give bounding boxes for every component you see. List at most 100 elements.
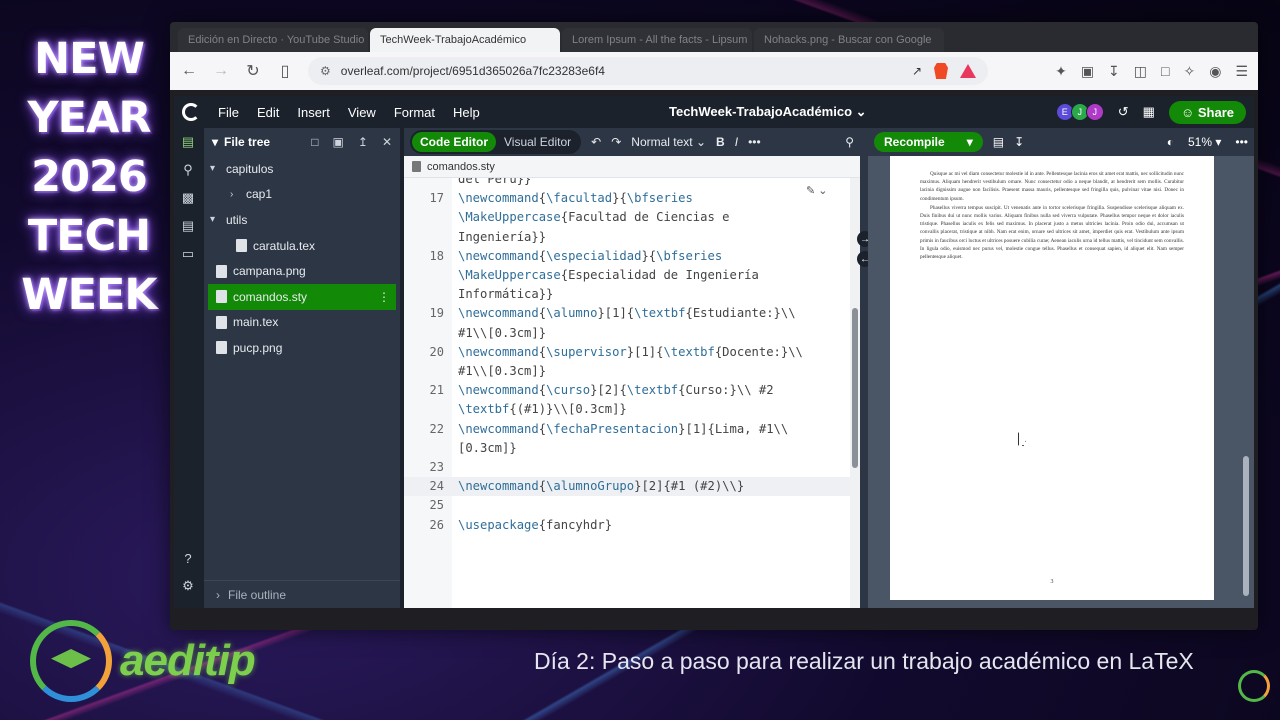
bold-button[interactable]: B <box>716 135 725 149</box>
integrations-icon[interactable]: ▩ <box>174 184 202 212</box>
gear-icon[interactable]: ⚙ <box>174 572 202 600</box>
menu-format[interactable]: Format <box>394 105 435 120</box>
pencil-icon[interactable]: ✎ ⌄ <box>806 184 828 197</box>
overleaf-logo-icon[interactable] <box>182 103 200 121</box>
code-line[interactable]: \MakeUppercase{Especialidad de Ingenierí… <box>404 266 850 285</box>
chat-icon[interactable]: ▭ <box>174 240 202 268</box>
redo-icon[interactable]: ↷ <box>611 135 621 149</box>
code-editor-button[interactable]: Code Editor <box>412 132 496 152</box>
new-file-icon[interactable]: □ <box>311 135 318 149</box>
close-icon[interactable]: ✕ <box>382 135 392 149</box>
more-icon[interactable]: ••• <box>1235 135 1248 149</box>
brave-shield-icon[interactable] <box>934 63 948 79</box>
file-tree-file[interactable]: campana.png <box>204 258 400 284</box>
code-line[interactable]: 17 \newcommand{\facultad}{\bfseries <box>404 189 850 208</box>
help-icon[interactable]: ? <box>174 544 202 572</box>
title-line: 2026 <box>31 152 148 202</box>
code-line[interactable]: del Perú}} <box>404 178 850 189</box>
file-outline-toggle[interactable]: › File outline <box>204 580 400 608</box>
bookmark-icon[interactable]: ▯ <box>276 61 294 81</box>
code-line[interactable]: Ingeniería}} <box>404 228 850 247</box>
code-line[interactable]: \MakeUppercase{Facultad de Ciencias e <box>404 208 850 227</box>
share-page-icon[interactable]: ↗ <box>912 64 922 78</box>
scrollbar-thumb[interactable] <box>852 308 858 468</box>
more-button[interactable]: ••• <box>748 135 761 149</box>
pdf-scrollbar[interactable] <box>1242 156 1250 604</box>
file-tree-folder[interactable]: ▾ utils <box>204 207 400 233</box>
reload-icon[interactable]: ↻ <box>244 61 262 81</box>
download-icon[interactable]: ↧ <box>1108 63 1120 80</box>
file-tree-file[interactable]: pucp.png <box>204 335 400 361</box>
leo-ai-icon[interactable]: ✧ <box>1183 63 1195 80</box>
code-line[interactable]: 23 <box>404 458 850 477</box>
code-line[interactable]: 24 \newcommand{\alumnoGrupo}[2]{#1 (#2)\\… <box>404 477 850 497</box>
review-icon[interactable]: ▤ <box>174 212 202 240</box>
code-line[interactable]: 25 <box>404 496 850 515</box>
rewards-icon[interactable]: 1 <box>960 64 976 78</box>
code-line[interactable]: 22 \newcommand{\fechaPresentacion}[1]{Lim… <box>404 420 850 439</box>
file-tree-file[interactable]: comandos.sty ⋮ <box>208 283 396 310</box>
file-tree-label: utils <box>226 212 248 227</box>
code-line[interactable]: 19 \newcommand{\alumno}[1]{\textbf{Estudi… <box>404 304 850 323</box>
kebab-menu-icon[interactable]: ⋮ <box>378 290 390 304</box>
arrow-left-icon[interactable]: ← <box>180 62 198 80</box>
code-line[interactable]: #1\\[0.3cm]} <box>404 362 850 381</box>
menu-icon[interactable]: ☰ <box>1235 63 1248 80</box>
screenshot-icon[interactable]: ▣ <box>1081 63 1094 80</box>
history-icon[interactable]: ↺ <box>1118 104 1129 120</box>
avatar[interactable]: J <box>1085 103 1104 121</box>
wallet-icon[interactable]: □ <box>1161 63 1169 80</box>
file-tree-file[interactable]: caratula.tex <box>204 233 400 259</box>
code-line[interactable]: 18 \newcommand{\especialidad}{\bfseries <box>404 247 850 266</box>
file-tree-file[interactable]: main.tex <box>204 310 400 336</box>
scrollbar-thumb[interactable] <box>1243 456 1249 596</box>
sidebar-icon[interactable]: ◫ <box>1134 63 1147 80</box>
download-pdf-icon[interactable]: ↧ <box>1014 135 1024 149</box>
menu-insert[interactable]: Insert <box>297 105 330 120</box>
contrast-icon[interactable]: ◐ <box>1167 135 1174 149</box>
italic-button[interactable]: I <box>735 135 738 149</box>
arrow-right-icon[interactable]: → <box>212 62 230 80</box>
file-icon <box>236 239 247 253</box>
code-line[interactable]: Informática}} <box>404 285 850 304</box>
url-text[interactable]: overleaf.com/project/6951d365026a7fc2328… <box>341 64 902 78</box>
code-area[interactable]: del Perú}} 17 \newcommand{\facultad}{\bfse… <box>404 178 850 608</box>
code-line[interactable]: 20 \newcommand{\supervisor}[1]{\textbf{Do… <box>404 343 850 362</box>
file-tree-rail-icon[interactable]: ▤ <box>174 128 202 156</box>
menu-edit[interactable]: Edit <box>257 105 279 120</box>
menu-help[interactable]: Help <box>453 105 480 120</box>
code-line[interactable]: [0.3cm]} <box>404 439 850 458</box>
file-tree-folder[interactable]: › cap1 <box>204 182 400 208</box>
open-file-tab[interactable]: comandos.sty <box>404 156 860 178</box>
vpn-icon[interactable]: ◉ <box>1209 63 1221 80</box>
browser-tab[interactable]: Edición en Directo · YouTube Studio <box>178 28 368 52</box>
layout-icon[interactable]: ▦ <box>1143 104 1155 120</box>
browser-tab[interactable]: Nohacks.png - Buscar con Google <box>754 28 944 52</box>
chevron-down-icon[interactable]: ▾ <box>212 135 218 149</box>
code-line[interactable]: #1\\[0.3cm]} <box>404 324 850 343</box>
site-settings-icon[interactable]: ⚙ <box>320 64 331 78</box>
recompile-button[interactable]: Recompile ▾ <box>874 132 983 152</box>
extensions-icon[interactable]: ✦ <box>1055 63 1067 80</box>
browser-tab[interactable]: Lorem Ipsum - All the facts - Lipsum <box>562 28 752 52</box>
menu-file[interactable]: File <box>218 105 239 120</box>
file-tree-folder[interactable]: ▾ capitulos <box>204 156 400 182</box>
undo-icon[interactable]: ↶ <box>591 135 601 149</box>
zoom-select[interactable]: 51% ▾ <box>1188 135 1221 149</box>
upload-icon[interactable]: ↥ <box>358 135 368 149</box>
code-line[interactable]: 21 \newcommand{\curso}[2]{\textbf{Curso:}… <box>404 381 850 400</box>
code-line[interactable]: 26 \usepackage{fancyhdr} <box>404 516 850 535</box>
panel-divider[interactable] <box>860 128 868 608</box>
text-style-select[interactable]: Normal text ⌄ <box>631 135 706 149</box>
search-icon[interactable]: ⚲ <box>174 156 202 184</box>
new-folder-icon[interactable]: ▣ <box>333 135 344 149</box>
share-button[interactable]: ☺ Share <box>1168 100 1246 124</box>
menu-view[interactable]: View <box>348 105 376 120</box>
visual-editor-button[interactable]: Visual Editor <box>496 132 579 152</box>
project-title[interactable]: TechWeek-TrabajoAcadémico ⌄ <box>669 104 867 120</box>
url-field[interactable]: ⚙ overleaf.com/project/6951d365026a7fc23… <box>308 57 988 85</box>
browser-tab-active[interactable]: TechWeek-TrabajoAcadémico <box>370 28 560 52</box>
logs-icon[interactable]: ▤ <box>993 135 1004 149</box>
code-line[interactable]: \textbf{(#1)}\\[0.3cm]} <box>404 400 850 419</box>
search-icon[interactable]: ⚲ <box>845 135 854 149</box>
